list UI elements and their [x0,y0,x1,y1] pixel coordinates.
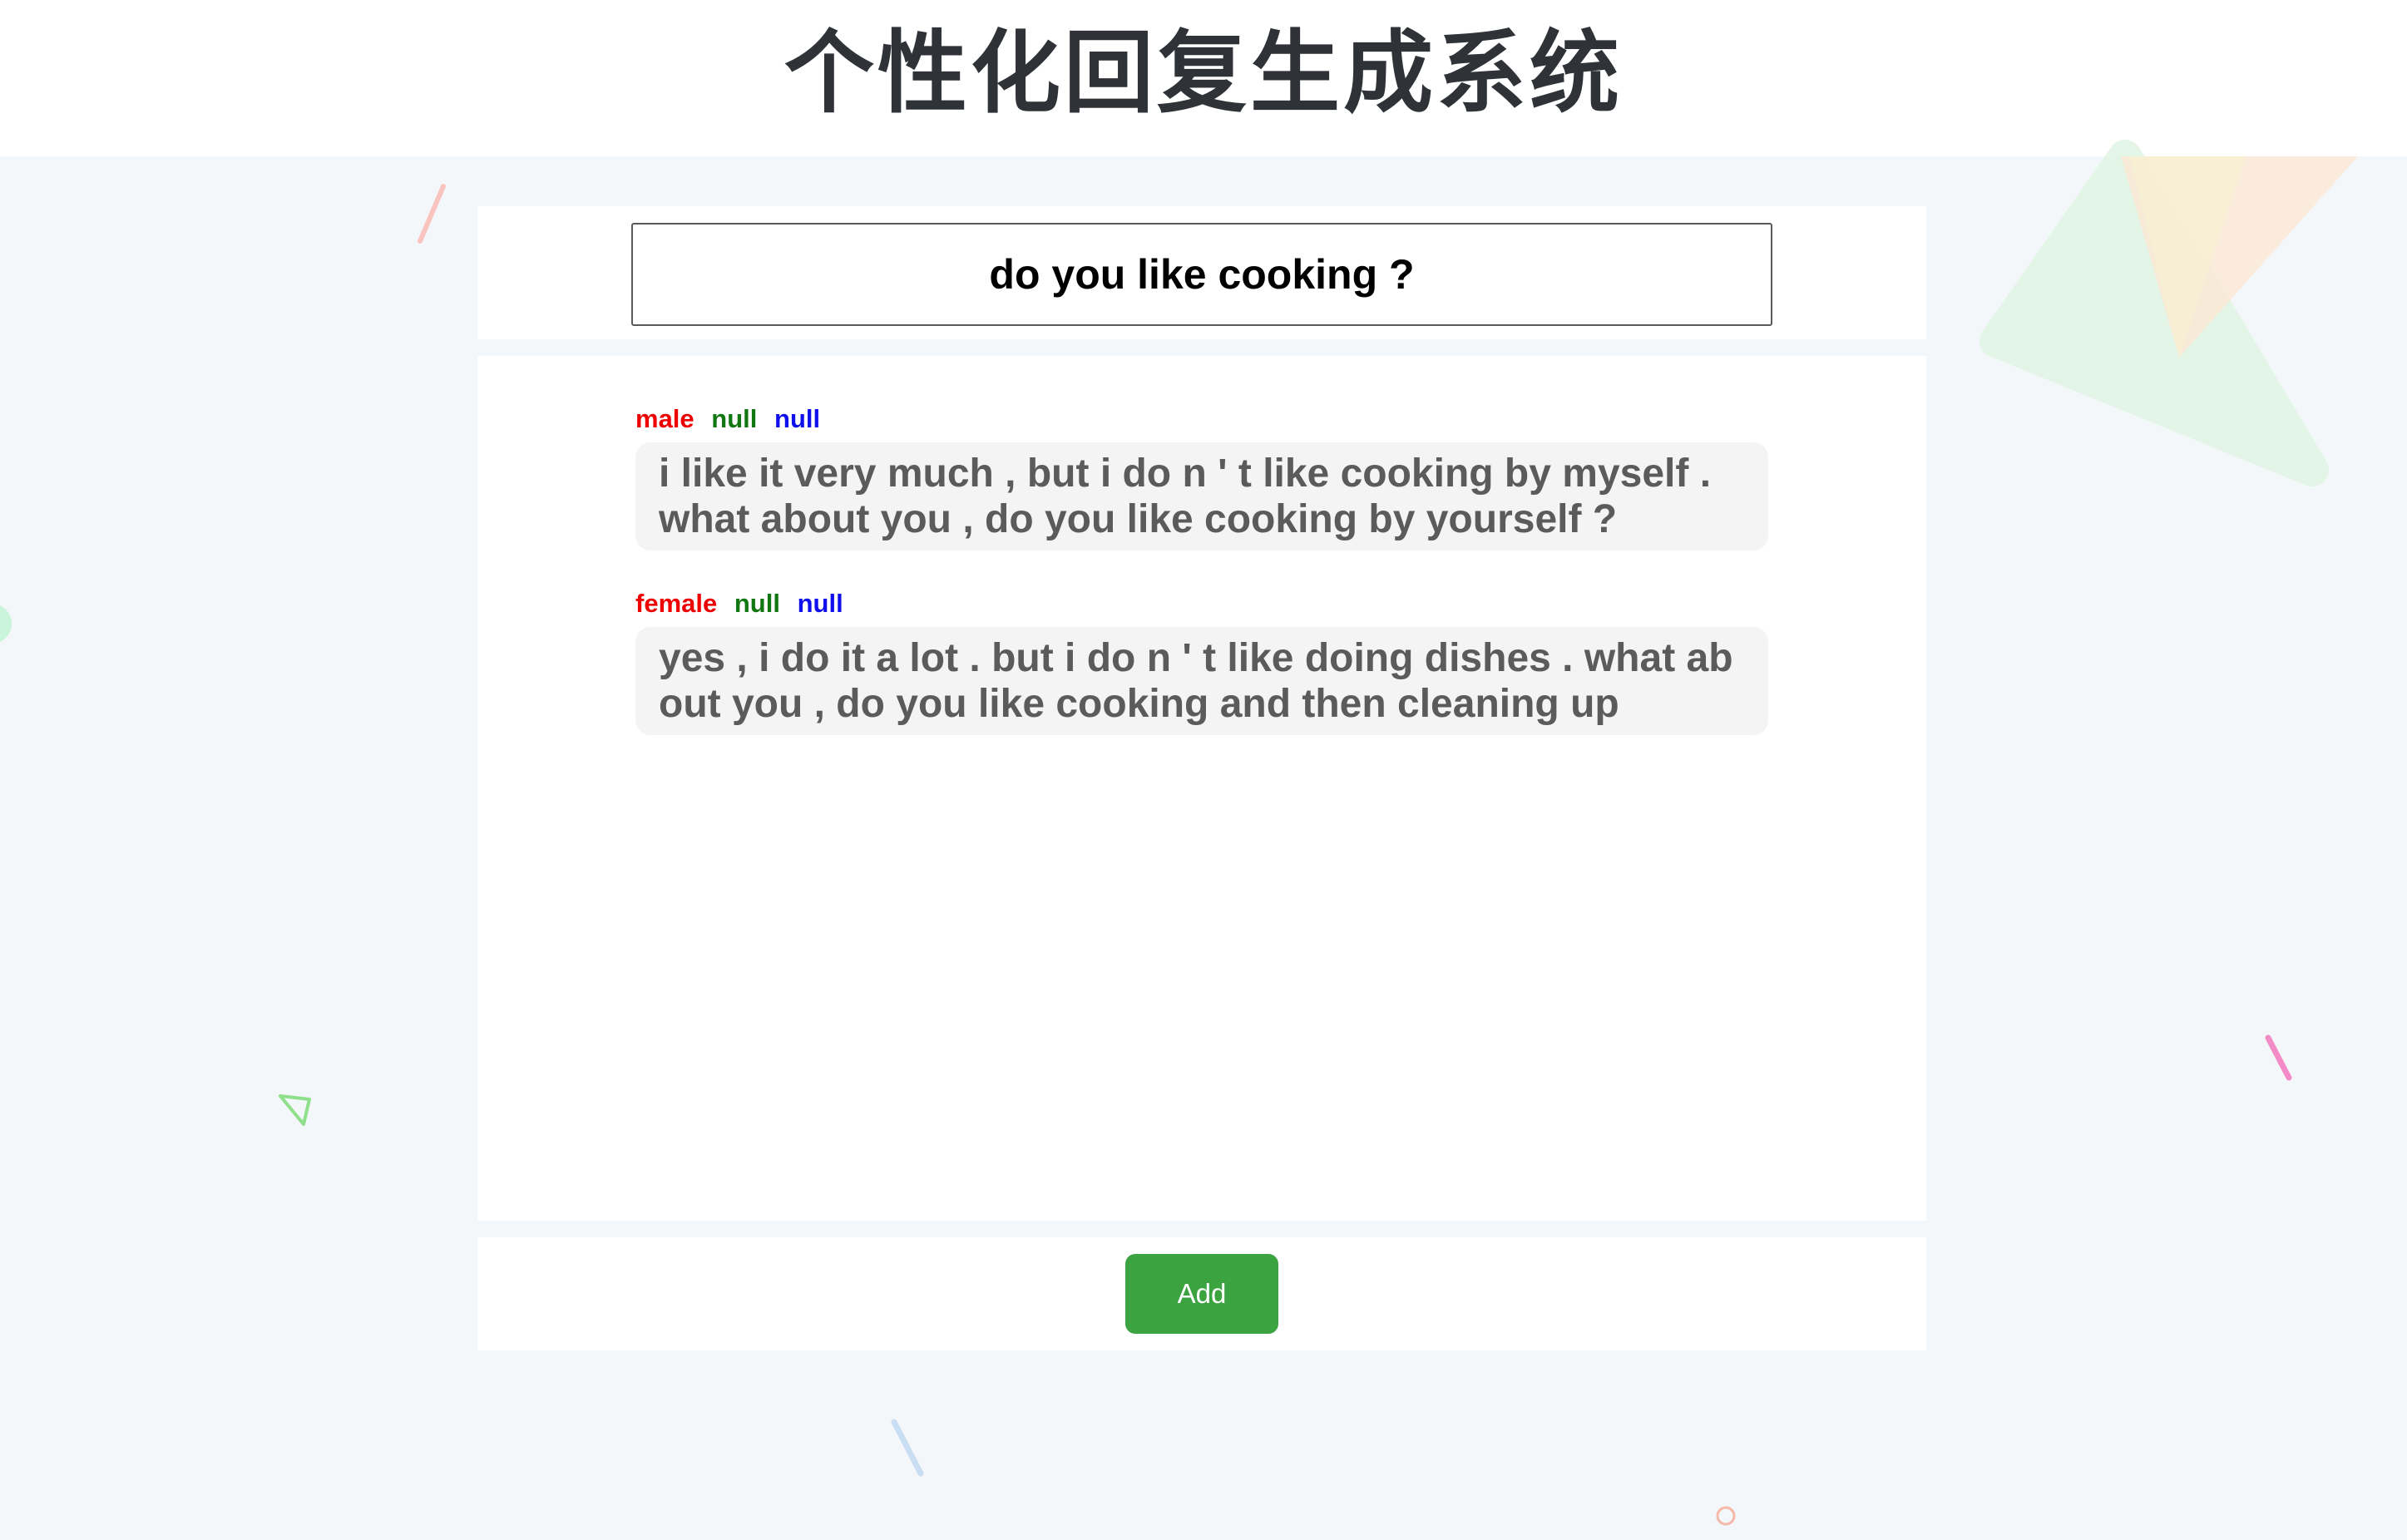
deco-orange-ring [1716,1506,1736,1526]
deco-orange-triangle [2121,156,2358,358]
response-item: female null null yes , i do it a lot . b… [635,587,1768,735]
tag-gender: male [635,404,694,433]
add-button[interactable]: Add [1125,1254,1278,1334]
action-panel: Add [477,1237,1926,1350]
deco-magenta-slash [2265,1034,2292,1081]
persona-tags: female null null [635,587,1768,620]
tag-attribute: null [797,589,843,618]
tag-attribute: null [774,404,821,433]
response-bubble: i like it very much , but i do n ' t lik… [635,442,1768,550]
query-input[interactable] [631,223,1772,326]
page-title: 个性化回复生成系统 [783,22,1623,123]
deco-green-outline-triangle [279,1094,311,1126]
deco-green-circle [0,605,12,642]
tag-attribute: null [711,404,758,433]
deco-yellow-triangle [2129,156,2246,358]
response-item: male null null i like it very much , but… [635,402,1768,550]
persona-tags: male null null [635,402,1768,436]
deco-blue-slash [891,1419,924,1477]
tag-gender: female [635,589,718,618]
deco-pink-slash [418,184,446,244]
deco-green-triangle [1979,140,2329,486]
conversation-panel: male null null i like it very much , but… [477,356,1926,1221]
header: 个性化回复生成系统 [0,0,2407,156]
response-bubble: yes , i do it a lot . but i do n ' t lik… [635,627,1768,735]
query-panel [477,206,1926,339]
tag-attribute: null [734,589,780,618]
